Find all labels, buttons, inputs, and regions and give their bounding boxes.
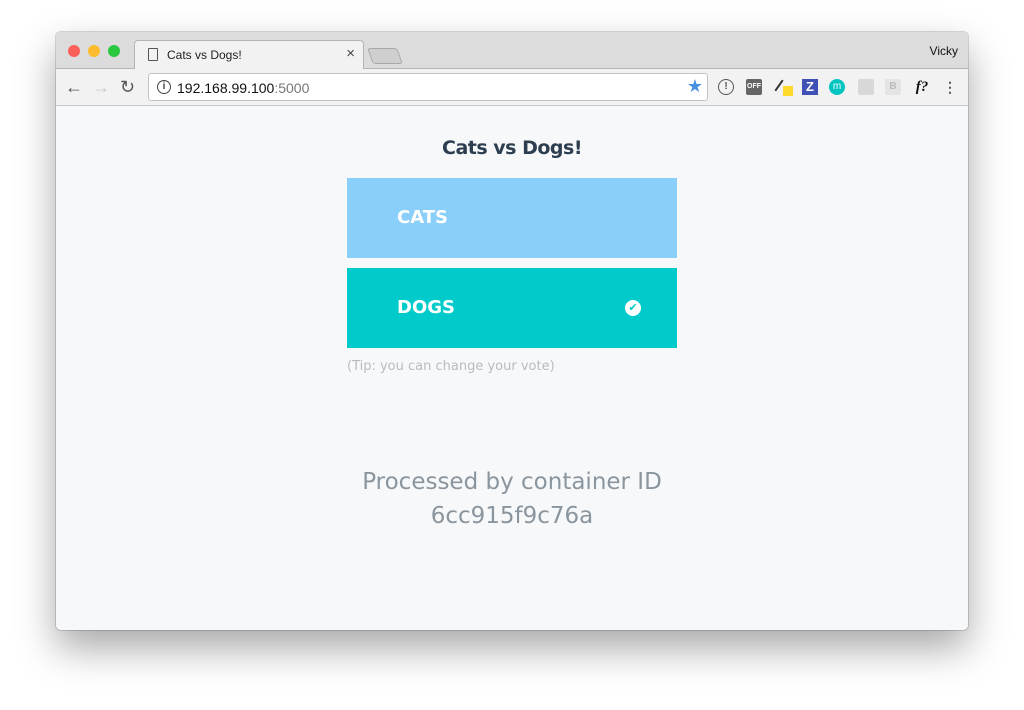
close-window-button[interactable] [68, 45, 80, 57]
toolbar: ← → ↻ i 192.168.99.100:5000 ★ ! OFF Z m … [56, 69, 968, 106]
reload-icon[interactable]: ↻ [120, 77, 135, 98]
page-title: Cats vs Dogs! [442, 137, 582, 159]
browser-window: Cats vs Dogs! × Vicky ← → ↻ i 192.168.99… [56, 32, 968, 630]
forward-icon[interactable]: → [92, 77, 110, 98]
off-extension-icon[interactable]: OFF [746, 79, 762, 95]
back-icon[interactable]: ← [65, 77, 83, 98]
m-extension-icon[interactable]: m [829, 79, 845, 95]
menu-icon[interactable]: ⋮ [942, 79, 958, 95]
z-extension-icon[interactable]: Z [802, 79, 818, 95]
extension-info-icon[interactable]: ! [718, 79, 734, 95]
f-extension-icon[interactable]: f? [912, 79, 932, 95]
profile-name[interactable]: Vicky [930, 44, 958, 58]
vote-dogs-button[interactable]: DOGS ✔ [347, 268, 677, 348]
document-icon [148, 48, 158, 61]
tab-bar: Cats vs Dogs! × Vicky [56, 32, 968, 70]
tab-title: Cats vs Dogs! [167, 48, 242, 62]
url-host: 192.168.99.100 [177, 80, 275, 96]
processed-label: Processed by container ID [362, 469, 662, 495]
tab-cats-vs-dogs[interactable]: Cats vs Dogs! × [134, 40, 364, 70]
vote-cats-button[interactable]: CATS [347, 178, 677, 258]
container-id: 6cc915f9c76a [430, 503, 594, 529]
bookmark-star-icon[interactable]: ★ [687, 76, 703, 97]
maximize-window-button[interactable] [108, 45, 120, 57]
eyedropper-icon[interactable] [774, 79, 793, 96]
page-content: Cats vs Dogs! CATS DOGS ✔ (Tip: you can c… [56, 107, 968, 630]
close-tab-icon[interactable]: × [346, 45, 355, 62]
info-icon[interactable]: i [157, 80, 171, 94]
dogs-label: DOGS [397, 297, 455, 318]
cats-label: CATS [397, 207, 448, 228]
b-extension-icon[interactable]: B [885, 79, 901, 95]
url-port: :5000 [274, 80, 310, 96]
minimize-window-button[interactable] [88, 45, 100, 57]
tip-text: (Tip: you can change your vote) [347, 359, 555, 374]
rss-icon[interactable] [858, 79, 874, 95]
address-bar[interactable]: i 192.168.99.100:5000 ★ [148, 73, 708, 101]
container-info: Processed by container ID 6cc915f9c76a [56, 465, 968, 533]
check-circle-icon: ✔ [625, 300, 641, 316]
new-tab-button[interactable] [367, 48, 403, 64]
